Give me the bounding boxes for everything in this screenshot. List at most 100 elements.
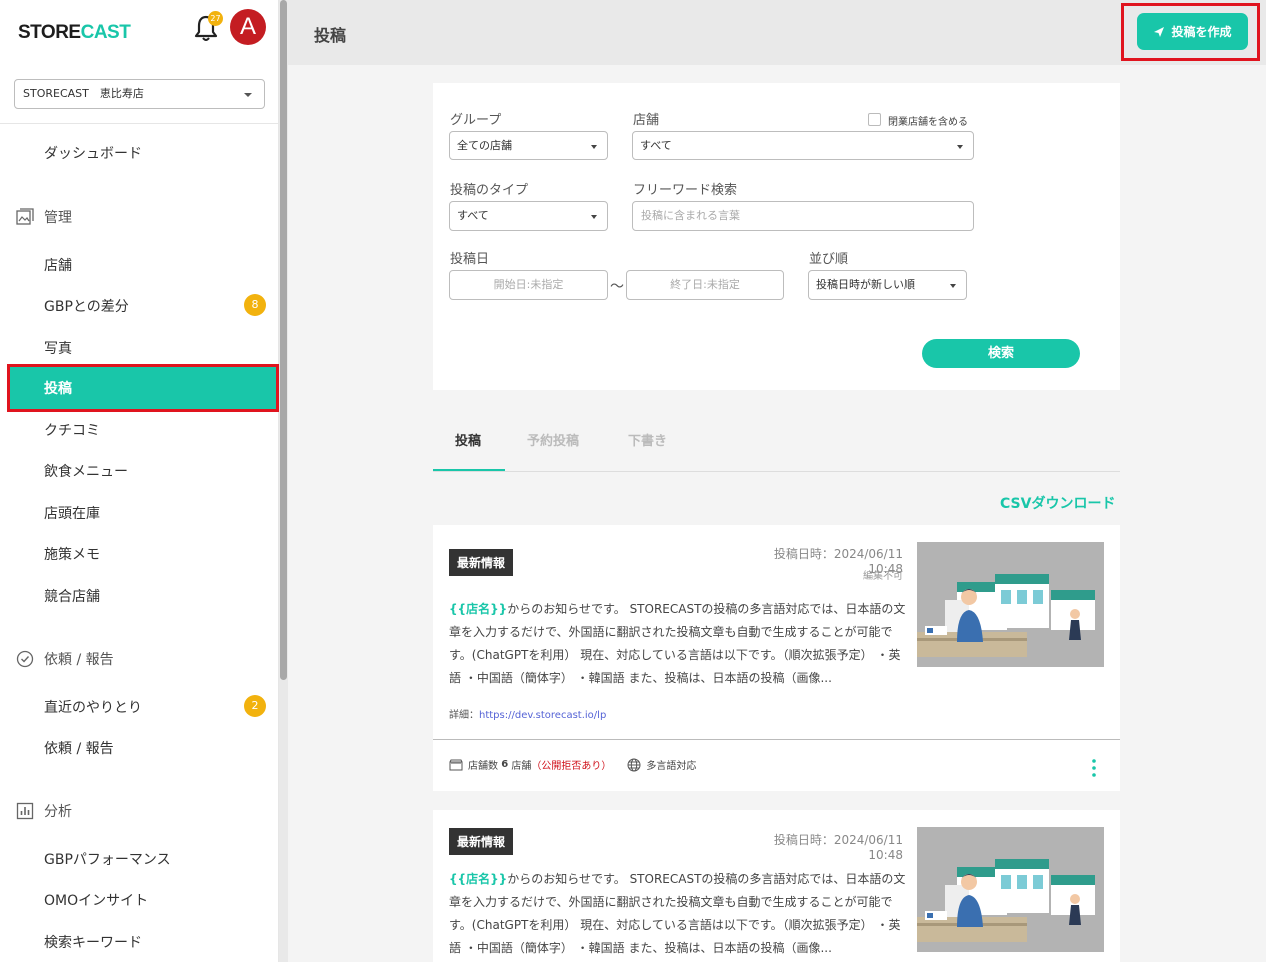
date-label: 投稿日 [450, 252, 490, 267]
search-button[interactable]: 検索 [922, 339, 1080, 368]
store-unit: 店舗 [511, 761, 532, 772]
storefront-illustration [917, 542, 1104, 667]
store-name-variable: {{店名}} [449, 602, 508, 616]
chevron-down-icon [591, 215, 597, 219]
sidebar-section-label: 管理 [44, 210, 72, 226]
post-tabs: 投稿 予約投稿 下書き [433, 411, 1120, 472]
tab-drafts[interactable]: 下書き [628, 430, 667, 449]
top-header: 投稿 投稿を作成 [288, 0, 1266, 65]
sidebar-item-omo-insight[interactable]: OMOインサイト [44, 890, 148, 910]
date-range-separator: 〜 [610, 279, 624, 295]
create-post-button[interactable]: 投稿を作成 [1137, 13, 1248, 50]
post-body-text: からのお知らせです。 STORECASTの投稿の多言語対応では、日本語の文章を入… [449, 872, 906, 955]
store-icon [449, 759, 463, 770]
include-closed-checkbox[interactable] [868, 113, 881, 126]
sidebar-scrollbar[interactable] [279, 0, 288, 962]
store-count-label: 店舗数 [468, 761, 498, 772]
rejected-notice: （公開拒否あり） [531, 761, 612, 772]
notification-badge: 27 [208, 11, 223, 26]
bar-chart-icon [16, 802, 34, 820]
sort-label: 並び順 [809, 252, 849, 267]
start-date-placeholder: 開始日:未指定 [493, 278, 564, 291]
sidebar-item-photos[interactable]: 写真 [44, 338, 72, 358]
tab-scheduled[interactable]: 予約投稿 [527, 430, 579, 449]
scrollbar-thumb[interactable] [280, 0, 287, 680]
avatar[interactable]: A [230, 9, 266, 45]
sidebar-item-dashboard[interactable]: ダッシュボード [44, 143, 142, 163]
sidebar-item-gbp-performance[interactable]: GBPパフォーマンス [44, 849, 171, 869]
detail-label: 詳細： [449, 710, 479, 721]
active-tab-indicator [433, 469, 505, 471]
type-select-value: すべて [457, 209, 489, 222]
keyword-input[interactable]: 投稿に含まれる言葉 [632, 201, 974, 231]
keyword-label: フリーワード検索 [633, 183, 738, 198]
more-options-icon[interactable] [1091, 758, 1097, 778]
gbp-diff-badge: 8 [244, 294, 266, 316]
divider [433, 739, 1120, 740]
post-type-tag: 最新情報 [449, 549, 514, 576]
divider [0, 123, 279, 124]
edit-status: 編集不可 [863, 571, 903, 582]
post-card[interactable]: 最新情報 投稿日時：2024/06/11 10:48 編集不可 {{店名}}から… [433, 525, 1120, 791]
storecast-logo[interactable]: STORECAST [18, 22, 131, 44]
chevron-down-icon [591, 145, 597, 149]
group-select[interactable]: 全ての店舗 [449, 131, 608, 160]
sidebar-item-recent[interactable]: 直近のやりとり [44, 697, 142, 717]
post-body-text: からのお知らせです。 STORECASTの投稿の多言語対応では、日本語の文章を入… [449, 602, 906, 685]
end-date-input[interactable]: 終了日:未指定 [626, 270, 784, 300]
post-card[interactable]: 最新情報 投稿日時：2024/06/11 10:48 {{店名}}からのお知らせ… [433, 810, 1120, 962]
sidebar-section-label: 依頼 / 報告 [44, 652, 114, 668]
type-select[interactable]: すべて [449, 201, 608, 231]
sidebar: STORECAST 27 A STORECAST 恵比寿店 ダッシュボード 管理… [0, 0, 279, 962]
group-label: グループ [450, 113, 502, 128]
tab-posts[interactable]: 投稿 [455, 430, 481, 449]
include-closed-label: 閉業店舗を含める [888, 117, 968, 128]
csv-download-link[interactable]: CSVダウンロード [1000, 493, 1115, 513]
sidebar-item-gbp-diff[interactable]: GBPとの差分 [44, 296, 129, 316]
group-select-value: 全ての店舗 [457, 139, 512, 152]
sort-select-value: 投稿日時が新しい順 [816, 278, 915, 291]
image-icon [16, 208, 34, 225]
start-date-input[interactable]: 開始日:未指定 [449, 270, 608, 300]
detail-link[interactable]: https://dev.storecast.io/lp [479, 710, 606, 721]
end-date-placeholder: 終了日:未指定 [670, 278, 740, 291]
create-post-label: 投稿を作成 [1171, 25, 1232, 39]
type-label: 投稿のタイプ [450, 183, 529, 198]
sidebar-item-competitors[interactable]: 競合店舗 [44, 586, 100, 606]
sidebar-item-inventory[interactable]: 店頭在庫 [44, 503, 100, 523]
sidebar-item-posts[interactable]: 投稿 [7, 364, 279, 412]
sort-select[interactable]: 投稿日時が新しい順 [808, 270, 967, 300]
sidebar-section-analysis: 分析 [16, 801, 72, 821]
sidebar-item-requests[interactable]: 依頼 / 報告 [44, 738, 114, 758]
sidebar-section-label: 分析 [44, 804, 72, 820]
sidebar-item-reviews[interactable]: クチコミ [44, 420, 100, 440]
chevron-down-icon [957, 145, 963, 149]
post-meta: 店舗数 6 店舗 （公開拒否あり） 多言語対応 [449, 757, 696, 772]
store-name-variable: {{店名}} [449, 872, 508, 886]
sidebar-item-menu[interactable]: 飲食メニュー [44, 461, 128, 481]
post-thumbnail[interactable] [917, 827, 1104, 952]
keyword-placeholder: 投稿に含まれる言葉 [641, 209, 740, 222]
store-select-value: すべて [640, 139, 672, 152]
sidebar-section-requests: 依頼 / 報告 [16, 649, 114, 669]
store-count: 6 [501, 759, 509, 770]
store-selector-value: STORECAST 恵比寿店 [23, 87, 144, 100]
multilang-label: 多言語対応 [646, 761, 697, 772]
post-body: {{店名}}からのお知らせです。 STORECASTの投稿の多言語対応では、日本… [449, 868, 907, 960]
filter-panel: グループ 全ての店舗 店舗 閉業店舗を含める すべて 投稿のタイプ すべて フリ… [433, 83, 1120, 390]
chevron-down-icon [950, 284, 956, 288]
store-select[interactable]: すべて [632, 131, 974, 160]
post-thumbnail[interactable] [917, 542, 1104, 667]
post-detail: 詳細：https://dev.storecast.io/lp [449, 706, 606, 721]
post-body: {{店名}}からのお知らせです。 STORECASTの投稿の多言語対応では、日本… [449, 598, 907, 690]
sidebar-section-manage: 管理 [16, 207, 72, 227]
chevron-down-icon [244, 93, 252, 97]
store-label: 店舗 [633, 113, 660, 128]
sidebar-item-memo[interactable]: 施策メモ [44, 544, 100, 564]
post-type-tag: 最新情報 [449, 828, 514, 855]
sidebar-item-stores[interactable]: 店舗 [44, 255, 72, 275]
sidebar-item-keywords[interactable]: 検索キーワード [44, 932, 142, 952]
sidebar-item-label: 投稿 [44, 381, 72, 397]
check-circle-icon [16, 650, 34, 668]
store-selector[interactable]: STORECAST 恵比寿店 [14, 79, 265, 109]
